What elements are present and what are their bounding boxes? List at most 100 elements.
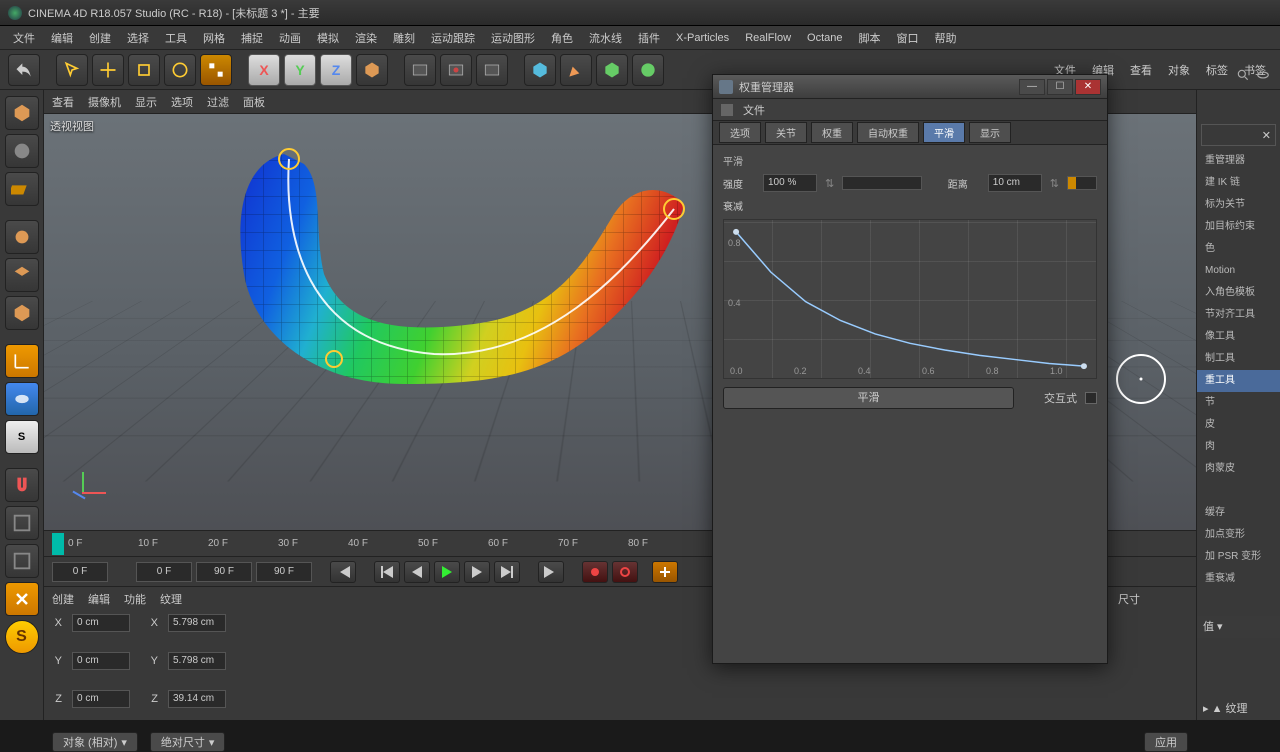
spinner-icon[interactable]: ⇅ xyxy=(825,177,834,190)
eye-icon[interactable] xyxy=(1256,68,1270,82)
menu-item[interactable]: 雕刻 xyxy=(386,28,422,48)
character-command-item[interactable]: 加 PSR 变形 xyxy=(1197,546,1280,568)
falloff-graph[interactable]: 0.8 0.4 0.0 0.2 0.4 0.6 0.8 1.0 xyxy=(723,219,1097,379)
play-button[interactable] xyxy=(434,561,460,583)
character-command-item[interactable]: 加点变形 xyxy=(1197,524,1280,546)
wm-tab[interactable]: 选项 xyxy=(719,122,761,143)
spinner-icon[interactable]: ⇅ xyxy=(1050,177,1059,190)
character-command-item[interactable]: 像工具 xyxy=(1197,326,1280,348)
vp-menu-item[interactable]: 摄像机 xyxy=(88,94,121,110)
y-size-field[interactable]: 5.798 cm xyxy=(168,652,226,670)
wm-titlebar[interactable]: 权重管理器 — ☐ ✕ xyxy=(713,75,1107,99)
step-fwd-button[interactable] xyxy=(464,561,490,583)
menu-item[interactable]: 插件 xyxy=(631,28,667,48)
lock-tool-button[interactable] xyxy=(5,544,39,578)
attr-menu-item[interactable]: 创建 xyxy=(52,591,74,607)
menu-item[interactable]: 动画 xyxy=(272,28,308,48)
axis-y-toggle[interactable]: Y xyxy=(284,54,316,86)
minimize-button[interactable]: — xyxy=(1019,79,1045,95)
character-command-item[interactable]: 节对齐工具 xyxy=(1197,304,1280,326)
character-command-item[interactable]: 缓存 xyxy=(1197,502,1280,524)
move-tool[interactable] xyxy=(92,54,124,86)
distance-field[interactable]: 10 cm xyxy=(988,174,1042,192)
wm-file-menu[interactable]: 文件 xyxy=(737,102,771,118)
last-tool[interactable] xyxy=(200,54,232,86)
strength-field[interactable]: 100 % xyxy=(763,174,817,192)
spline-pen-button[interactable] xyxy=(560,54,592,86)
select-tool[interactable] xyxy=(56,54,88,86)
menu-item[interactable]: 运动图形 xyxy=(484,28,542,48)
workplane-button[interactable] xyxy=(5,172,39,206)
x-pos-field[interactable]: 0 cm xyxy=(72,614,130,632)
character-command-item[interactable]: 建 IK 链 xyxy=(1197,172,1280,194)
character-command-item[interactable]: 肉蒙皮 xyxy=(1197,458,1280,480)
deformer-button[interactable] xyxy=(632,54,664,86)
size-mode-dropdown[interactable]: 绝对尺寸▾ xyxy=(150,732,226,752)
shelf-tab[interactable]: 标签 xyxy=(1200,62,1234,78)
autokey-button[interactable] xyxy=(612,561,638,583)
search-icon[interactable] xyxy=(1236,68,1250,82)
x-tool-button[interactable] xyxy=(5,582,39,616)
range-end-field[interactable]: 90 F xyxy=(196,562,252,582)
render-settings-button[interactable] xyxy=(476,54,508,86)
render-region-button[interactable] xyxy=(440,54,472,86)
model-mode-button[interactable] xyxy=(5,96,39,130)
goto-end-button[interactable] xyxy=(538,561,564,583)
menu-item[interactable]: 窗口 xyxy=(890,28,926,48)
undo-button[interactable] xyxy=(8,54,40,86)
axis-x-toggle[interactable]: X xyxy=(248,54,280,86)
character-command-item[interactable]: 制工具 xyxy=(1197,348,1280,370)
character-command-item[interactable]: 色 xyxy=(1197,238,1280,260)
wm-tab[interactable]: 自动权重 xyxy=(857,122,919,143)
menu-item[interactable]: 渲染 xyxy=(348,28,384,48)
snap-tool-button[interactable] xyxy=(5,506,39,540)
render-view-button[interactable] xyxy=(404,54,436,86)
key-pos-button[interactable] xyxy=(652,561,678,583)
z-size-field[interactable]: 39.14 cm xyxy=(168,690,226,708)
coord-mode-dropdown[interactable]: 对象 (相对)▾ xyxy=(52,732,138,752)
menu-item[interactable]: Octane xyxy=(800,30,849,46)
menu-item[interactable]: 文件 xyxy=(6,28,42,48)
wm-tab[interactable]: 关节 xyxy=(765,122,807,143)
range-start-field[interactable]: 0 F xyxy=(52,562,108,582)
goto-start-button[interactable] xyxy=(330,561,356,583)
generator-button[interactable] xyxy=(596,54,628,86)
wm-tab[interactable]: 平滑 xyxy=(923,122,965,143)
scale-tool[interactable] xyxy=(128,54,160,86)
character-command-item[interactable]: 入角色模板 xyxy=(1197,282,1280,304)
wm-tab[interactable]: 显示 xyxy=(969,122,1011,143)
s-render-button[interactable]: S xyxy=(5,620,39,654)
vp-menu-item[interactable]: 查看 xyxy=(52,94,74,110)
step-back-button[interactable] xyxy=(404,561,430,583)
uv-tool-button[interactable] xyxy=(5,382,39,416)
attr-menu-item[interactable]: 纹理 xyxy=(160,591,182,607)
menu-item[interactable]: 流水线 xyxy=(582,28,629,48)
point-mode-button[interactable] xyxy=(5,220,39,254)
shelf-tab[interactable]: 对象 xyxy=(1162,62,1196,78)
menu-item[interactable]: 模拟 xyxy=(310,28,346,48)
rotate-tool[interactable] xyxy=(164,54,196,86)
polygon-mode-button[interactable] xyxy=(5,296,39,330)
texture-mode-button[interactable] xyxy=(5,134,39,168)
record-button[interactable] xyxy=(582,561,608,583)
character-command-item[interactable]: 皮 xyxy=(1197,414,1280,436)
y-pos-field[interactable]: 0 cm xyxy=(72,652,130,670)
menu-item[interactable]: 捕捉 xyxy=(234,28,270,48)
shelf-tab[interactable]: 查看 xyxy=(1124,62,1158,78)
menu-item[interactable]: 帮助 xyxy=(928,28,964,48)
close-button[interactable]: ✕ xyxy=(1075,79,1101,95)
maximize-button[interactable]: ☐ xyxy=(1047,79,1073,95)
character-command-item[interactable]: 重管理器 xyxy=(1197,150,1280,172)
panel-close-button[interactable]: ✕ xyxy=(1201,124,1276,146)
vp-menu-item[interactable]: 面板 xyxy=(243,94,265,110)
interactive-checkbox[interactable] xyxy=(1085,392,1097,404)
menu-item[interactable]: 编辑 xyxy=(44,28,80,48)
value-dropdown[interactable]: 值 ▾ xyxy=(1197,616,1280,638)
menu-item[interactable]: 运动跟踪 xyxy=(424,28,482,48)
primitive-cube-button[interactable] xyxy=(524,54,556,86)
character-command-item[interactable]: 肉 xyxy=(1197,436,1280,458)
z-pos-field[interactable]: 0 cm xyxy=(72,690,130,708)
x-size-field[interactable]: 5.798 cm xyxy=(168,614,226,632)
menu-item[interactable]: 创建 xyxy=(82,28,118,48)
menu-item[interactable]: 脚本 xyxy=(852,28,888,48)
